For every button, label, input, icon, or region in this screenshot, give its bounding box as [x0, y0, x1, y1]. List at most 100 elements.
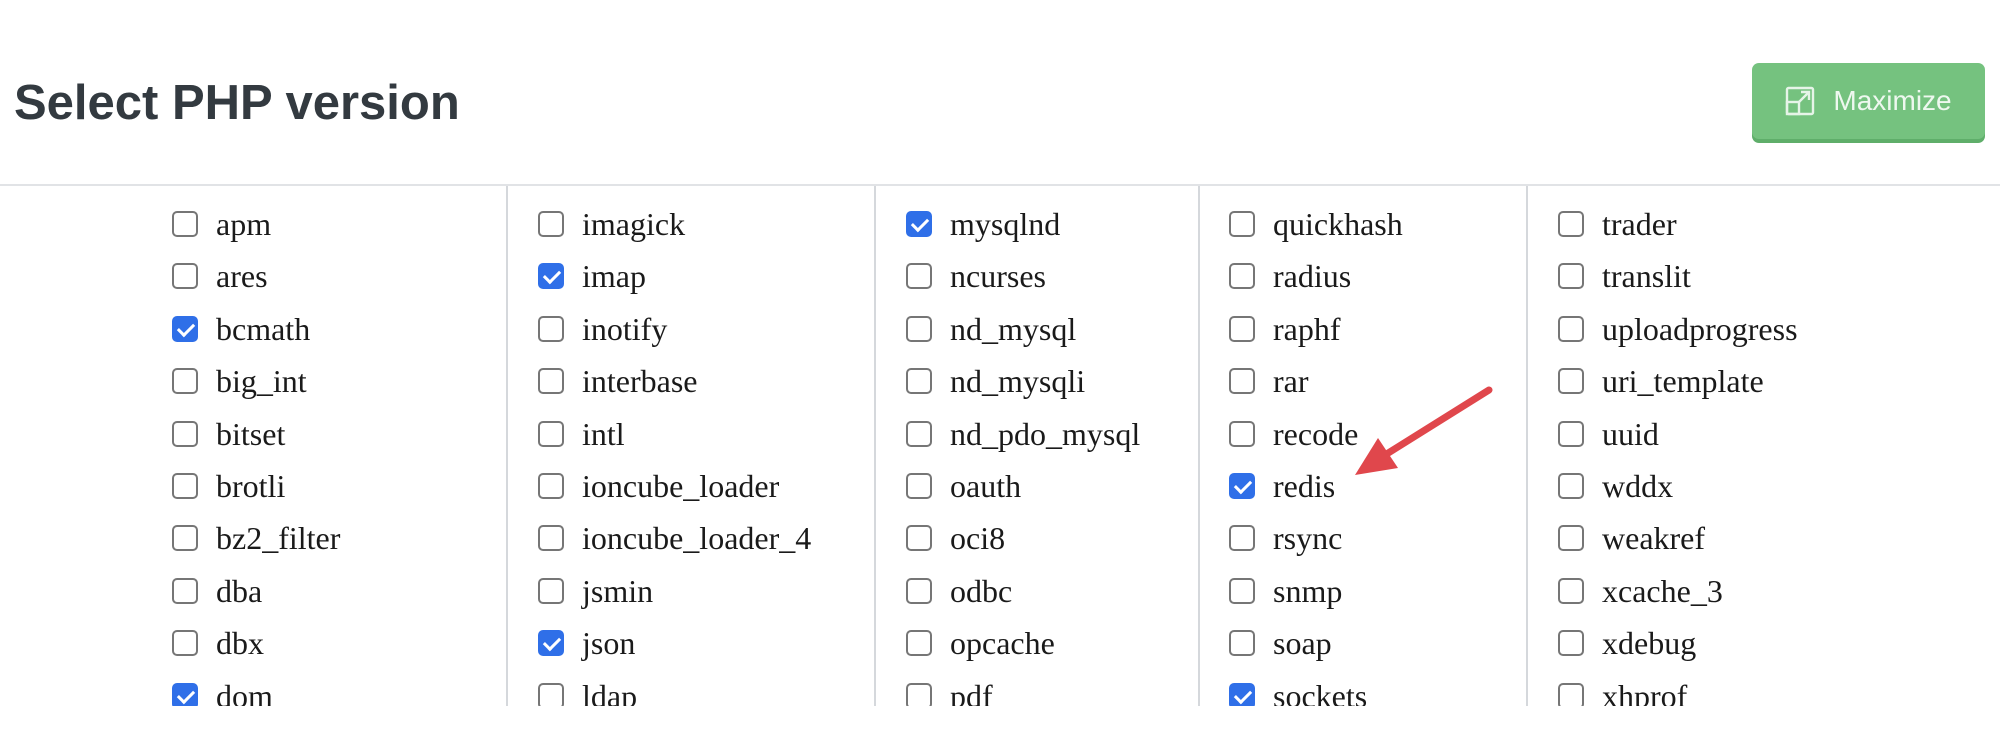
extension-option-radius[interactable]: radius [1229, 254, 1351, 298]
checkbox-unchecked[interactable] [538, 473, 564, 499]
checkbox-unchecked[interactable] [1558, 421, 1584, 447]
extension-option-ares[interactable]: ares [172, 254, 268, 298]
checkbox-unchecked[interactable] [172, 211, 198, 237]
maximize-button[interactable]: Maximize [1752, 63, 1985, 139]
checkbox-unchecked[interactable] [906, 263, 932, 289]
extension-option-xcache-3[interactable]: xcache_3 [1558, 569, 1723, 613]
extension-option-raphf[interactable]: raphf [1229, 307, 1341, 351]
checkbox-unchecked[interactable] [906, 525, 932, 551]
extension-option-dba[interactable]: dba [172, 569, 262, 613]
checkbox-checked[interactable] [172, 683, 198, 706]
checkbox-unchecked[interactable] [906, 368, 932, 394]
checkbox-unchecked[interactable] [172, 578, 198, 604]
extension-option-interbase[interactable]: interbase [538, 359, 698, 403]
checkbox-unchecked[interactable] [906, 473, 932, 499]
checkbox-unchecked[interactable] [1229, 263, 1255, 289]
extension-option-sockets[interactable]: sockets [1229, 674, 1367, 706]
checkbox-unchecked[interactable] [538, 421, 564, 447]
extension-option-recode[interactable]: recode [1229, 412, 1358, 456]
extension-option-xdebug[interactable]: xdebug [1558, 621, 1696, 665]
extension-option-jsmin[interactable]: jsmin [538, 569, 653, 613]
checkbox-unchecked[interactable] [538, 683, 564, 706]
checkbox-unchecked[interactable] [1229, 421, 1255, 447]
checkbox-unchecked[interactable] [1229, 211, 1255, 237]
extension-option-nd-pdo-mysql[interactable]: nd_pdo_mysql [906, 412, 1140, 456]
checkbox-checked[interactable] [906, 211, 932, 237]
extension-option-ncurses[interactable]: ncurses [906, 254, 1046, 298]
extension-option-redis[interactable]: redis [1229, 464, 1335, 508]
extension-option-imagick[interactable]: imagick [538, 202, 685, 246]
extension-option-bcmath[interactable]: bcmath [172, 307, 310, 351]
checkbox-unchecked[interactable] [1558, 473, 1584, 499]
extension-option-big-int[interactable]: big_int [172, 359, 307, 403]
extension-option-uploadprogress[interactable]: uploadprogress [1558, 307, 1798, 351]
extension-option-nd-mysql[interactable]: nd_mysql [906, 307, 1076, 351]
extension-option-brotli[interactable]: brotli [172, 464, 285, 508]
extension-option-ioncube-loader[interactable]: ioncube_loader [538, 464, 779, 508]
extension-option-intl[interactable]: intl [538, 412, 625, 456]
checkbox-unchecked[interactable] [906, 421, 932, 447]
extension-option-apm[interactable]: apm [172, 202, 271, 246]
checkbox-unchecked[interactable] [172, 421, 198, 447]
extension-option-xhprof[interactable]: xhprof [1558, 674, 1687, 706]
extension-option-rsync[interactable]: rsync [1229, 516, 1342, 560]
extension-option-odbc[interactable]: odbc [906, 569, 1012, 613]
checkbox-unchecked[interactable] [538, 211, 564, 237]
checkbox-unchecked[interactable] [538, 316, 564, 342]
checkbox-unchecked[interactable] [538, 525, 564, 551]
extension-option-imap[interactable]: imap [538, 254, 646, 298]
checkbox-unchecked[interactable] [1558, 525, 1584, 551]
checkbox-unchecked[interactable] [172, 368, 198, 394]
checkbox-unchecked[interactable] [172, 525, 198, 551]
extension-option-ioncube-loader-4[interactable]: ioncube_loader_4 [538, 516, 811, 560]
extension-option-dom[interactable]: dom [172, 674, 273, 706]
extension-option-mysqlnd[interactable]: mysqlnd [906, 202, 1060, 246]
checkbox-unchecked[interactable] [1558, 368, 1584, 394]
checkbox-unchecked[interactable] [1558, 211, 1584, 237]
checkbox-unchecked[interactable] [1558, 316, 1584, 342]
extension-option-uuid[interactable]: uuid [1558, 412, 1659, 456]
extension-option-uri-template[interactable]: uri_template [1558, 359, 1764, 403]
extension-option-translit[interactable]: translit [1558, 254, 1691, 298]
extension-option-inotify[interactable]: inotify [538, 307, 667, 351]
checkbox-unchecked[interactable] [1558, 578, 1584, 604]
extension-option-quickhash[interactable]: quickhash [1229, 202, 1403, 246]
extension-option-rar[interactable]: rar [1229, 359, 1309, 403]
extension-option-json[interactable]: json [538, 621, 635, 665]
checkbox-unchecked[interactable] [1229, 368, 1255, 394]
extension-option-weakref[interactable]: weakref [1558, 516, 1705, 560]
extension-option-bz2-filter[interactable]: bz2_filter [172, 516, 340, 560]
extension-option-pdf[interactable]: pdf [906, 674, 993, 706]
checkbox-unchecked[interactable] [538, 578, 564, 604]
extension-option-oci8[interactable]: oci8 [906, 516, 1005, 560]
checkbox-checked[interactable] [538, 630, 564, 656]
extension-option-oauth[interactable]: oauth [906, 464, 1021, 508]
checkbox-unchecked[interactable] [906, 316, 932, 342]
extension-option-dbx[interactable]: dbx [172, 621, 264, 665]
checkbox-unchecked[interactable] [906, 683, 932, 706]
extension-option-wddx[interactable]: wddx [1558, 464, 1673, 508]
checkbox-unchecked[interactable] [1229, 525, 1255, 551]
checkbox-unchecked[interactable] [1229, 578, 1255, 604]
extension-option-trader[interactable]: trader [1558, 202, 1677, 246]
checkbox-unchecked[interactable] [172, 263, 198, 289]
checkbox-unchecked[interactable] [906, 578, 932, 604]
checkbox-unchecked[interactable] [1558, 630, 1584, 656]
extension-option-ldap[interactable]: ldap [538, 674, 637, 706]
extension-option-snmp[interactable]: snmp [1229, 569, 1342, 613]
checkbox-unchecked[interactable] [1229, 316, 1255, 342]
checkbox-unchecked[interactable] [906, 630, 932, 656]
checkbox-unchecked[interactable] [1229, 630, 1255, 656]
extension-option-nd-mysqli[interactable]: nd_mysqli [906, 359, 1085, 403]
checkbox-unchecked[interactable] [172, 630, 198, 656]
checkbox-checked[interactable] [1229, 683, 1255, 706]
checkbox-checked[interactable] [172, 316, 198, 342]
checkbox-checked[interactable] [1229, 473, 1255, 499]
checkbox-unchecked[interactable] [172, 473, 198, 499]
checkbox-unchecked[interactable] [1558, 683, 1584, 706]
checkbox-checked[interactable] [538, 263, 564, 289]
extension-option-soap[interactable]: soap [1229, 621, 1332, 665]
checkbox-unchecked[interactable] [538, 368, 564, 394]
extension-option-bitset[interactable]: bitset [172, 412, 285, 456]
checkbox-unchecked[interactable] [1558, 263, 1584, 289]
